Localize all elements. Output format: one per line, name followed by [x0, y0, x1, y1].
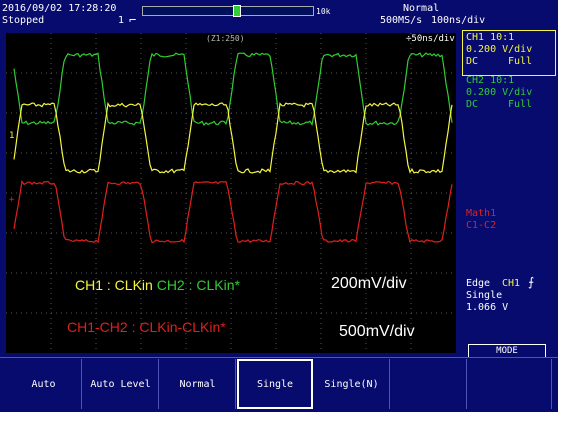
trigger-type: Edge — [466, 278, 491, 289]
softkey-mode[interactable] — [468, 359, 552, 409]
ch1-level-marker: 1 — [9, 131, 15, 141]
ch2-scale: 0.200 V/div — [466, 87, 533, 98]
ch1-coupling: DC — [466, 56, 479, 67]
ch2-trace — [13, 52, 453, 127]
overlay-ch1-label: CH1 : CLKin — [75, 277, 153, 293]
trigger-level: 1.066 V — [466, 302, 509, 313]
softkey-single[interactable]: Single — [237, 359, 313, 409]
overlay-math-scale: 500mV/div — [339, 323, 415, 340]
ch2-coupling: DC — [466, 99, 479, 110]
softkey-normal[interactable]: Normal — [160, 359, 236, 409]
sample-rate: 500MS/s — [380, 15, 423, 26]
softkey-auto-level[interactable]: Auto Level — [83, 359, 159, 409]
overlay-line-1: CH1 : CLKin CH2 : CLKin* — [75, 277, 240, 293]
softkey-single-n[interactable]: Single(N) — [314, 359, 390, 409]
softkey-auto[interactable]: Auto — [6, 359, 82, 409]
zoom-window-marker[interactable] — [233, 5, 241, 17]
zoom-timebase: ÷50ns/div — [406, 34, 455, 44]
acquisition-status: Stopped — [2, 15, 45, 26]
math-expression: C1-C2 — [466, 220, 497, 231]
mode-menu-title: MODE — [468, 344, 546, 358]
right-info-panel: CH1 10:1 0.200 V/div DC Full CH2 10:1 0.… — [460, 28, 558, 358]
ch1-title: CH1 10:1 — [466, 32, 515, 43]
ch1-scale: 0.200 V/div — [466, 44, 533, 55]
softkey-divider — [0, 357, 558, 358]
overlay-math-label: CH1-CH2 : CLKin-CLKin* — [67, 319, 226, 335]
acquisition-count: 1 — [118, 15, 125, 26]
math-level-marker: + — [9, 195, 15, 205]
ch2-title: CH2 10:1 — [466, 75, 515, 86]
trigger-position-icon: ⌐ — [129, 13, 137, 27]
softkey-bar: Auto Auto Level Normal Single Single(N) — [0, 357, 558, 412]
record-length: 10k — [316, 7, 331, 16]
softkey-empty[interactable] — [391, 359, 467, 409]
timebase: 100ns/div — [431, 15, 486, 26]
overlay-ch2-label: CH2 : CLKin* — [156, 277, 240, 293]
math-title: Math1 — [466, 208, 497, 219]
trigger-mode-single: Single — [466, 290, 503, 301]
waveform-plot — [6, 33, 456, 353]
trigger-source: CH1 — [502, 278, 521, 289]
overlay-ch-scale: 200mV/div — [331, 275, 407, 292]
trigger-mode: Normal — [403, 3, 440, 14]
rising-edge-icon: ⨍ — [528, 275, 535, 289]
zoom-label: (Z1:250) — [206, 34, 245, 43]
ch2-bandwidth: Full — [508, 99, 533, 110]
ch1-bandwidth: Full — [508, 56, 533, 67]
oscilloscope-window: 2016/09/02 17:28:20 Stopped 1 ⌐ 10k Norm… — [0, 0, 558, 412]
waveform-display[interactable]: (Z1:250) ÷50ns/div 1 + CH1 : CLKin CH2 :… — [6, 33, 456, 353]
record-position-bar[interactable] — [142, 5, 314, 17]
datetime: 2016/09/02 17:28:20 — [2, 3, 117, 14]
